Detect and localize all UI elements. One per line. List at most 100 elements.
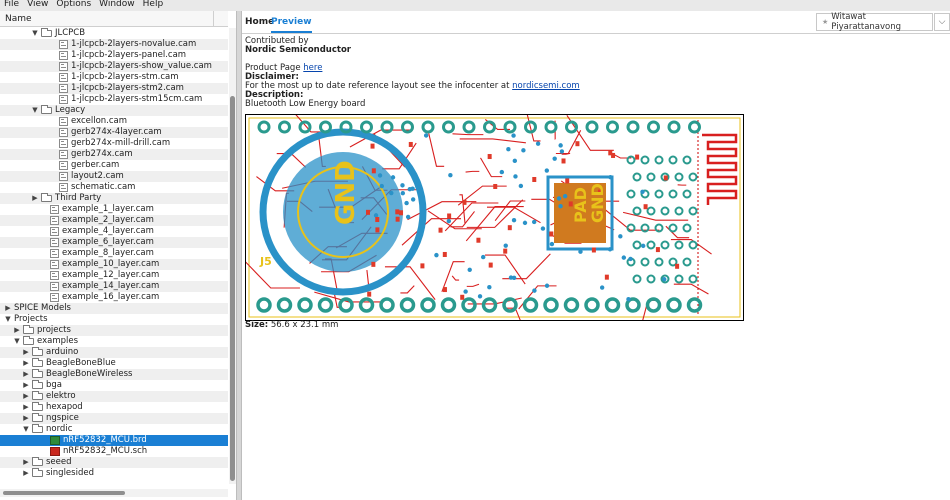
tree-item[interactable]: 1-jlcpcb-2layers-stm15cm.cam [0,94,228,105]
schematic-file-icon [50,447,60,456]
tree-item[interactable]: ▶ seeed [0,457,228,468]
tree-item[interactable]: gerber.cam [0,160,228,171]
product-page-link[interactable]: here [303,63,322,73]
collapse-arrow-icon[interactable]: ▶ [22,457,30,468]
scrollbar-thumb[interactable] [3,491,125,495]
tree-item[interactable]: example_4_layer.cam [0,226,228,237]
infocenter-link[interactable]: nordicsemi.com [512,81,580,91]
tree-item[interactable]: 1-jlcpcb-2layers-show_value.cam [0,61,228,72]
tree-item-label: schematic.cam [71,182,136,192]
via [558,203,563,209]
collapse-arrow-icon[interactable]: ▶ [13,325,21,336]
chevron-down-icon[interactable]: ⌵ [934,13,950,31]
tree-item[interactable]: example_12_layer.cam [0,270,228,281]
collapse-arrow-icon[interactable]: ▶ [22,391,30,402]
smd-pad [549,231,554,237]
tab-home[interactable]: Home [245,17,274,27]
tree-item[interactable]: ▼ Projects [0,314,228,325]
tree-item[interactable]: ▶ Third Party [0,193,228,204]
tree-item[interactable]: 1-jlcpcb-2layers-novalue.cam [0,39,228,50]
via [446,218,452,224]
folder-icon [32,413,43,422]
tab-bar: Home Preview ★ Witawat Piyarattanavong ⌵ [242,11,950,34]
collapse-arrow-icon[interactable]: ▶ [22,468,30,479]
tree-item[interactable]: ▶ ngspice [0,413,228,424]
tree-item[interactable]: gerb274x-4layer.cam [0,127,228,138]
tree-item[interactable]: 1-jlcpcb-2layers-stm2.cam [0,83,228,94]
tree-item[interactable]: ▼ JLCPCB [0,28,228,39]
tree-item[interactable]: layout2.cam [0,171,228,182]
tree-column-header[interactable]: Name ˇ [0,11,228,27]
tree-item[interactable]: example_16_layer.cam [0,292,228,303]
collapse-arrow-icon[interactable]: ▶ [22,402,30,413]
tree-vertical-scrollbar[interactable] [229,28,236,484]
menu-item-help[interactable]: Help [139,0,168,8]
menu-item-view[interactable]: View [23,0,52,8]
collapse-arrow-icon[interactable]: ▶ [22,347,30,358]
folder-icon [41,105,52,114]
tree-item[interactable]: example_8_layer.cam [0,248,228,259]
tree-horizontal-scrollbar[interactable] [0,489,228,497]
tree-item[interactable]: ▼ nordic [0,424,228,435]
tree-item[interactable]: 1-jlcpcb-2layers-panel.cam [0,50,228,61]
tree-item-label: excellon.cam [71,116,128,126]
via [511,275,517,281]
board-preview-image: GND PAD GND J5 [245,114,744,321]
via [662,277,667,282]
tree-item[interactable]: ▼ Legacy [0,105,228,116]
menu-item-file[interactable]: File [0,0,23,8]
tree-item[interactable]: example_1_layer.cam [0,204,228,215]
collapse-arrow-icon[interactable]: ▶ [22,413,30,424]
via [641,243,646,249]
tree-item[interactable]: nRF52832_MCU.sch [0,446,228,457]
menu-item-options[interactable]: Options [52,0,95,8]
tree-item[interactable]: nRF52832_MCU.brd [0,435,228,446]
tree-item-label: gerb274x-4layer.cam [71,127,162,137]
tree-item-label: 1-jlcpcb-2layers-stm2.cam [71,83,184,93]
expand-arrow-icon[interactable]: ▼ [13,336,21,347]
tree-item[interactable]: excellon.cam [0,116,228,127]
tree-item[interactable]: example_6_layer.cam [0,237,228,248]
collapse-arrow-icon[interactable]: ▶ [4,303,12,314]
tree-item[interactable]: ▶ arduino [0,347,228,358]
collapse-arrow-icon[interactable]: ▶ [22,358,30,369]
expand-arrow-icon[interactable]: ▼ [31,105,39,116]
tree-item[interactable]: ▶ singlesided [0,468,228,479]
expand-arrow-icon[interactable]: ▼ [4,314,12,325]
folder-icon [41,193,52,202]
via [407,186,413,192]
tree-item[interactable]: schematic.cam [0,182,228,193]
via [377,173,383,178]
tree-item[interactable]: ▶ projects [0,325,228,336]
expand-arrow-icon[interactable]: ▼ [31,28,39,39]
smd-pad [663,175,668,181]
menu-item-window[interactable]: Window [95,0,139,8]
via [522,220,528,226]
tree-item[interactable]: ▼ examples [0,336,228,347]
tree-item-label: Legacy [55,105,86,115]
expand-arrow-icon[interactable]: ▼ [22,424,30,435]
tree-item[interactable]: ▶ hexapod [0,402,228,413]
tree-item[interactable]: gerb274x-mill-drill.cam [0,138,228,149]
smd-pad [561,158,566,164]
collapse-arrow-icon[interactable]: ▶ [22,369,30,380]
tree-item[interactable]: example_10_layer.cam [0,259,228,270]
file-icon [59,40,68,49]
tree-item[interactable]: ▶ BeagleBoneWireless [0,369,228,380]
tree-item[interactable]: ▶ SPICE Models [0,303,228,314]
tree-item[interactable]: example_14_layer.cam [0,281,228,292]
tree-item[interactable]: ▶ BeagleBoneBlue [0,358,228,369]
smd-pad [438,227,443,233]
tree-item[interactable]: example_2_layer.cam [0,215,228,226]
tree-item[interactable]: 1-jlcpcb-2layers-stm.cam [0,72,228,83]
tree-item[interactable]: gerb274x.cam [0,149,228,160]
via [521,148,526,153]
tree-item-label: gerber.cam [71,160,120,170]
tree-item[interactable]: ▶ bga [0,380,228,391]
scrollbar-thumb[interactable] [230,96,235,481]
tree-item[interactable]: ▶ elektro [0,391,228,402]
user-account-dropdown[interactable]: ★ Witawat Piyarattanavong [816,12,933,32]
tab-preview[interactable]: Preview [271,17,312,33]
collapse-arrow-icon[interactable]: ▶ [31,193,39,204]
collapse-arrow-icon[interactable]: ▶ [22,380,30,391]
